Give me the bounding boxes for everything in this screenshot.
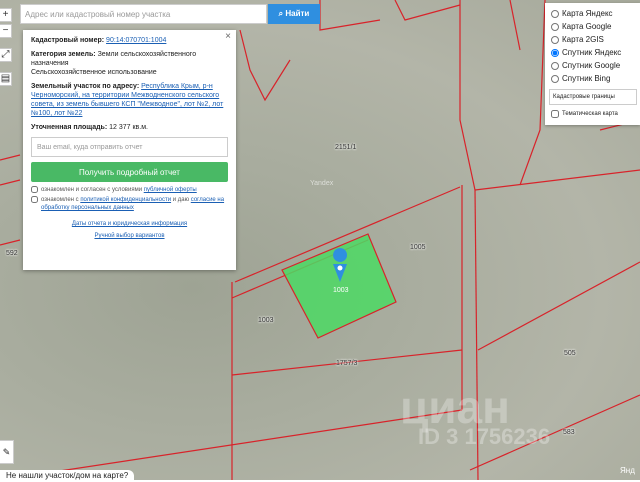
selected-parcel-label: 1003 bbox=[333, 287, 349, 294]
layer-label: Карта 2GIS bbox=[562, 35, 604, 44]
usage-value: Сельскохозяйственное использование bbox=[31, 69, 157, 76]
privacy-checkbox[interactable] bbox=[31, 196, 38, 203]
layer-option-yandex-satellite[interactable]: Спутник Яндекс bbox=[551, 48, 621, 57]
layer-radio[interactable] bbox=[551, 35, 559, 44]
address-row: Земельный участок по адресу: Республика … bbox=[31, 82, 228, 118]
layer-label: Спутник Bing bbox=[562, 74, 611, 83]
layer-radio[interactable] bbox=[551, 74, 559, 83]
report-dates-link[interactable]: Даты отчета и юридическая информация bbox=[72, 221, 187, 227]
not-found-link[interactable]: Не нашли участок/дом на карте? bbox=[0, 470, 135, 482]
boundary-line bbox=[0, 239, 21, 246]
privacy-agreement-text: ознакомлен с bbox=[41, 197, 81, 203]
offer-link[interactable]: публичной оферты bbox=[144, 187, 197, 193]
search-icon: ⌕ bbox=[278, 9, 284, 18]
cadastral-row: Кадастровый номер: 90:14:070701:1004 bbox=[31, 36, 228, 45]
pencil-icon[interactable]: ✎ bbox=[0, 440, 14, 464]
category-label: Категория земель: bbox=[31, 51, 96, 58]
area-value: 12 377 кв.м. bbox=[109, 124, 148, 131]
zoom-in-button[interactable]: + bbox=[0, 8, 12, 22]
close-icon[interactable]: × bbox=[225, 32, 231, 42]
boundary-line bbox=[519, 0, 546, 186]
layer-label: Спутник Google bbox=[562, 61, 621, 70]
manual-selection-link[interactable]: Ручной выбор вариантов bbox=[94, 233, 164, 239]
privacy-policy-link[interactable]: политикой конфиденциальности bbox=[80, 197, 171, 203]
layer-option-google-satellite[interactable]: Спутник Google bbox=[551, 61, 620, 70]
layer-option-2gis-map[interactable]: Карта 2GIS bbox=[551, 35, 604, 44]
boundary-line bbox=[459, 0, 476, 191]
overlay-select[interactable]: Кадастровые границы bbox=[549, 89, 637, 105]
fullscreen-icon[interactable]: ⤢ bbox=[0, 48, 12, 62]
boundary-line bbox=[0, 154, 21, 161]
search-button[interactable]: ⌕ Найти bbox=[268, 4, 320, 24]
thematic-map-toggle[interactable]: Тематическая карта bbox=[551, 110, 618, 118]
layer-label: Спутник Яндекс bbox=[562, 48, 622, 57]
layer-radio[interactable] bbox=[551, 61, 559, 70]
parcel-label-2151: 2151/1 bbox=[335, 144, 357, 151]
yandex-logo: Янд bbox=[620, 466, 635, 475]
offer-agreement-text: ознакомлен и согласен с условиями bbox=[41, 187, 144, 193]
parcel-label-505: 505 bbox=[564, 350, 576, 357]
thematic-label: Тематическая карта bbox=[562, 111, 618, 117]
layer-switcher: Карта Яндекс Карта Google Карта 2GIS Спу… bbox=[545, 3, 640, 125]
layer-radio[interactable] bbox=[551, 9, 559, 18]
yandex-map-watermark: Yandex bbox=[310, 180, 334, 187]
privacy-agreement: ознакомлен с политикой конфиденциальност… bbox=[31, 196, 228, 212]
email-field[interactable] bbox=[31, 137, 228, 157]
parcel-info-panel: × Кадастровый номер: 90:14:070701:1004 К… bbox=[23, 30, 236, 270]
category-row: Категория земель: Земли сельскохозяйстве… bbox=[31, 50, 228, 77]
zoom-out-button[interactable]: − bbox=[0, 24, 12, 38]
boundary-line bbox=[0, 179, 21, 186]
thematic-checkbox[interactable] bbox=[551, 110, 559, 118]
area-row: Уточненная площадь: 12 377 кв.м. bbox=[31, 123, 228, 132]
parcel-label-1757: 1757/3 bbox=[336, 360, 358, 367]
boundary-line bbox=[477, 261, 640, 351]
search-input[interactable] bbox=[20, 4, 267, 24]
offer-checkbox[interactable] bbox=[31, 186, 38, 193]
get-report-button[interactable]: Получить подробный отчет bbox=[31, 162, 228, 182]
boundary-line bbox=[509, 0, 521, 51]
parcel-label-1005: 1005 bbox=[410, 244, 426, 251]
cadastral-number-link[interactable]: 90:14:070701:1004 bbox=[106, 37, 166, 44]
privacy-agreement-mid: и даю bbox=[171, 197, 191, 203]
boundary-line bbox=[239, 29, 291, 102]
layer-label: Карта Яндекс bbox=[562, 9, 613, 18]
parcel-label-1003: 1003 bbox=[258, 317, 274, 324]
search-button-label: Найти bbox=[285, 9, 310, 18]
address-label: Земельный участок по адресу: bbox=[31, 83, 140, 90]
boundary-line bbox=[319, 0, 381, 31]
boundary-line bbox=[474, 169, 640, 191]
cian-id-watermark: ID 3 1756236 bbox=[418, 424, 551, 449]
boundary-line bbox=[394, 0, 461, 21]
parcel-label-583: 583 bbox=[563, 429, 575, 436]
area-label: Уточненная площадь: bbox=[31, 124, 108, 131]
cadastral-label: Кадастровый номер: bbox=[31, 37, 105, 44]
layer-option-bing-satellite[interactable]: Спутник Bing bbox=[551, 74, 610, 83]
layer-radio[interactable] bbox=[551, 22, 559, 31]
layer-option-google-map[interactable]: Карта Google bbox=[551, 22, 611, 31]
layer-radio[interactable] bbox=[551, 48, 559, 57]
parcel-label-592: 592 bbox=[6, 250, 18, 257]
layer-label: Карта Google bbox=[562, 22, 612, 31]
layer-option-yandex-map[interactable]: Карта Яндекс bbox=[551, 9, 613, 18]
print-icon[interactable]: ▤ bbox=[0, 72, 12, 86]
offer-agreement: ознакомлен и согласен с условиями публич… bbox=[31, 186, 228, 194]
